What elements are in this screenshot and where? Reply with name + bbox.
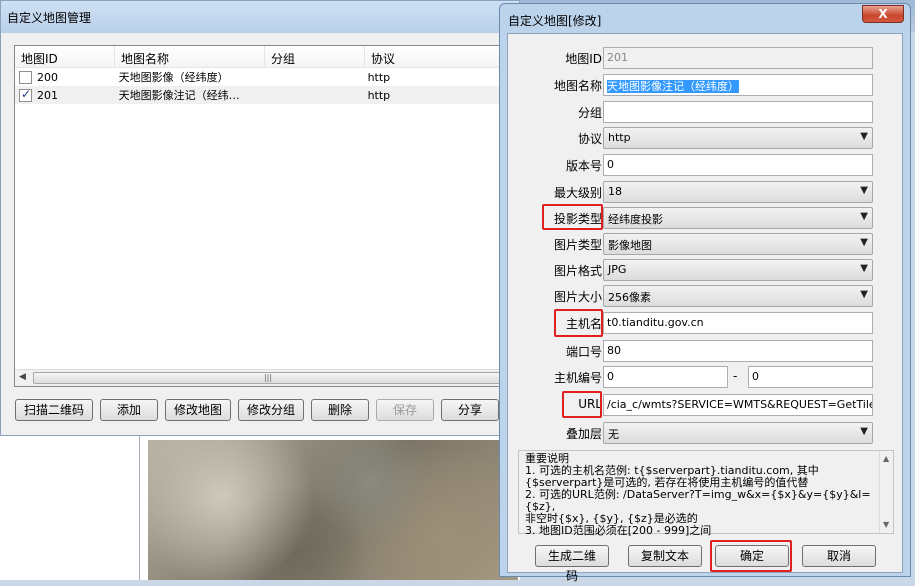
chevron-down-icon: ▼: [860, 185, 868, 196]
column-header-protocol[interactable]: 协议: [365, 46, 503, 67]
field-row-group: 分组: [508, 101, 904, 123]
add-button[interactable]: 添加: [100, 399, 159, 421]
background-side-panel: [0, 420, 140, 580]
max-level-label: 最大级别: [553, 186, 602, 200]
field-row-image-size: 图片大小 256像素 ▼: [508, 285, 904, 307]
host-number-label: 主机编号: [553, 371, 602, 385]
delete-button[interactable]: 删除: [311, 399, 370, 421]
map-id: 201: [37, 88, 58, 102]
row-checkbox[interactable]: [19, 88, 32, 102]
map-list-header: 地图ID 地图名称 分组 协议: [15, 46, 503, 68]
chevron-down-icon: ▼: [860, 289, 868, 300]
overlay-select[interactable]: 无 ▼: [603, 422, 873, 444]
row-checkbox[interactable]: [19, 70, 32, 84]
map-name-field[interactable]: 天地图影像注记（经纬度）: [603, 74, 873, 96]
host-field[interactable]: t0.tianditu.gov.cn: [603, 312, 873, 334]
image-format-label: 图片格式: [553, 264, 602, 278]
overlay-label: 叠加层: [565, 427, 602, 441]
chevron-down-icon: ▼: [860, 211, 868, 222]
important-notes: 重要说明 1. 可选的主机名范例: t{$serverpart}.tiandit…: [518, 450, 894, 537]
scroll-left-icon[interactable]: ◀: [19, 372, 26, 382]
scroll-down-icon[interactable]: ▼: [883, 519, 889, 531]
map-id: 200: [37, 70, 58, 84]
map-id-label: 地图ID: [565, 52, 602, 66]
satellite-map-view: [148, 440, 518, 580]
version-label: 版本号: [565, 159, 602, 173]
dialog-button-bar: 生成二维码 复制文本 确定 取消: [508, 540, 904, 583]
field-row-image-format: 图片格式 JPG ▼: [508, 259, 904, 281]
field-row-map-id: 地图ID 201: [508, 47, 904, 69]
group-label: 分组: [577, 106, 602, 120]
port-label: 端口号: [565, 345, 602, 359]
cancel-button[interactable]: 取消: [802, 545, 876, 567]
save-button[interactable]: 保存: [376, 399, 435, 421]
image-type-label: 图片类型: [553, 238, 602, 252]
field-row-map-name: 地图名称 天地图影像注记（经纬度）: [508, 74, 904, 96]
map-manager-window: 自定义地图管理 地图ID 地图名称 分组 协议 200 天地图影像（经纬度） h…: [0, 0, 520, 436]
chevron-down-icon: ▼: [860, 131, 868, 142]
edit-map-dialog: 自定义地图[修改] X 地图ID 201 地图名称 天地图影像注记（经纬度） 分…: [499, 3, 911, 583]
image-format-select[interactable]: JPG ▼: [603, 259, 873, 281]
notes-line: 2. 可选的URL范例: /DataServer?T=img_w&x={$x}&…: [525, 488, 871, 513]
map-manager-body: 地图ID 地图名称 分组 协议 200 天地图影像（经纬度） http 201 …: [1, 33, 519, 435]
projection-select[interactable]: 经纬度投影 ▼: [603, 207, 873, 229]
annotation-highlight-url: [562, 391, 602, 418]
annotation-highlight-projection: [542, 204, 603, 230]
map-manager-title: 自定义地图管理: [1, 1, 519, 33]
chevron-down-icon: ▼: [860, 426, 868, 437]
copy-text-button[interactable]: 复制文本: [628, 545, 702, 567]
edit-dialog-title: 自定义地图[修改]: [508, 14, 602, 28]
notes-scrollbar[interactable]: ▲ ▼: [879, 451, 893, 533]
field-row-version: 版本号 0: [508, 154, 904, 176]
range-separator: -: [733, 369, 738, 383]
map-protocol: http: [367, 70, 391, 84]
modify-group-button[interactable]: 修改分组: [238, 399, 305, 421]
protocol-select[interactable]: http ▼: [603, 127, 873, 149]
horizontal-scrollbar[interactable]: ◀ |||: [15, 369, 503, 386]
annotation-highlight-host: [554, 309, 603, 337]
edit-dialog-body: 地图ID 201 地图名称 天地图影像注记（经纬度） 分组 协议 http ▼ 版…: [507, 33, 904, 583]
annotation-highlight-ok: [710, 540, 792, 572]
generate-qr-button[interactable]: 生成二维码: [535, 545, 609, 583]
scan-qr-button[interactable]: 扫描二维码: [15, 399, 94, 421]
host-number-from-field[interactable]: 0: [603, 366, 728, 388]
map-name-label: 地图名称: [553, 79, 602, 93]
field-row-max-level: 最大级别 18 ▼: [508, 181, 904, 203]
max-level-select[interactable]: 18 ▼: [603, 181, 873, 203]
field-row-overlay: 叠加层 无 ▼: [508, 422, 904, 444]
map-manager-toolbar: 扫描二维码 添加 修改地图 修改分组 删除 保存 分享: [15, 399, 500, 421]
scroll-up-icon[interactable]: ▲: [883, 453, 889, 465]
protocol-label: 协议: [577, 132, 602, 146]
map-protocol: http: [367, 88, 391, 102]
notes-line: 3. 地图ID范围必须在[200 - 999]之间: [525, 524, 712, 537]
port-field[interactable]: 80: [603, 340, 873, 362]
close-button[interactable]: X: [862, 5, 904, 23]
image-type-select[interactable]: 影像地图 ▼: [603, 233, 873, 255]
share-button[interactable]: 分享: [441, 399, 500, 421]
field-row-protocol: 协议 http ▼: [508, 127, 904, 149]
column-header-name[interactable]: 地图名称: [115, 46, 265, 67]
modify-map-button[interactable]: 修改地图: [165, 399, 232, 421]
map-name: 天地图影像（经纬度）: [118, 71, 229, 84]
host-number-to-field[interactable]: 0: [748, 366, 873, 388]
column-header-group[interactable]: 分组: [265, 46, 365, 67]
scrollbar-thumb[interactable]: |||: [33, 372, 503, 384]
chevron-down-icon: ▼: [860, 237, 868, 248]
map-name: 天地图影像注记（经纬…: [118, 89, 240, 102]
url-field[interactable]: /cia_c/wmts?SERVICE=WMTS&REQUEST=GetTile…: [603, 394, 873, 416]
column-header-id[interactable]: 地图ID: [15, 46, 115, 67]
group-field[interactable]: [603, 101, 873, 123]
image-size-select[interactable]: 256像素 ▼: [603, 285, 873, 307]
image-size-label: 图片大小: [553, 290, 602, 304]
list-item[interactable]: 200 天地图影像（经纬度） http: [15, 68, 503, 86]
list-item[interactable]: 201 天地图影像注记（经纬… http: [15, 86, 503, 104]
field-row-port: 端口号 80: [508, 340, 904, 362]
map-list[interactable]: 地图ID 地图名称 分组 协议 200 天地图影像（经纬度） http 201 …: [14, 45, 504, 387]
chevron-down-icon: ▼: [860, 263, 868, 274]
version-field[interactable]: 0: [603, 154, 873, 176]
map-id-field: 201: [603, 47, 873, 69]
field-row-host-number: 主机编号 0 - 0: [508, 366, 904, 388]
field-row-image-type: 图片类型 影像地图 ▼: [508, 233, 904, 255]
